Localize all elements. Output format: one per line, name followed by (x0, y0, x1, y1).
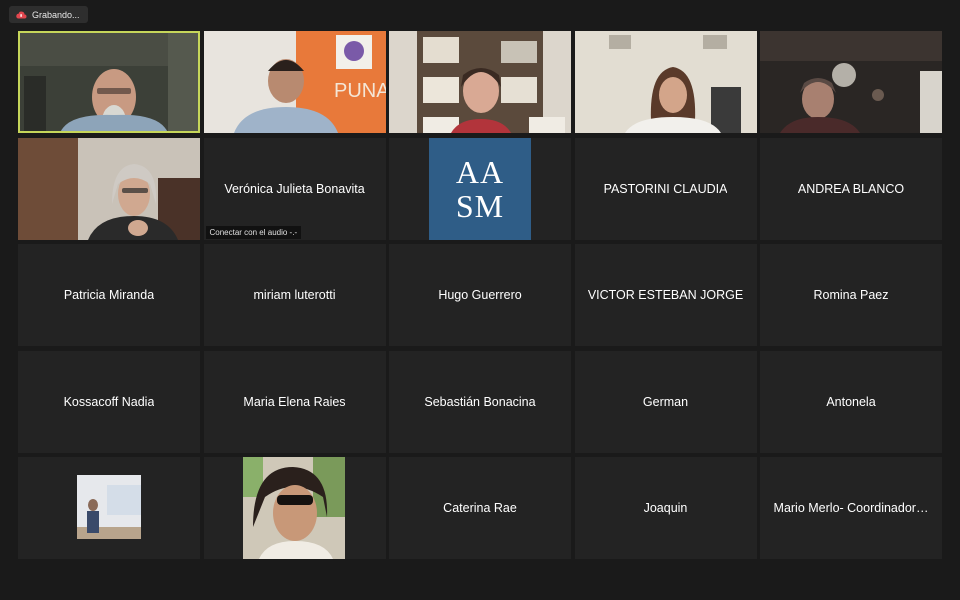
participant-video (389, 31, 571, 133)
participant-name: Mario Merlo- Coordinador… (773, 501, 929, 515)
participant-tile[interactable]: Maria Elena Raies (203, 350, 386, 453)
participant-tile[interactable] (574, 31, 757, 133)
participant-name: Maria Elena Raies (243, 394, 346, 409)
participant-tile[interactable]: PUNA (203, 31, 386, 133)
participant-name: ANDREA BLANCO (797, 181, 905, 196)
participant-tile[interactable]: Mario Merlo- Coordinador… (760, 457, 942, 559)
participant-tile[interactable] (18, 137, 200, 240)
participant-tile[interactable]: Verónica Julieta Bonavita Conectar con e… (203, 137, 386, 240)
participant-name: PASTORINI CLAUDIA (603, 181, 728, 196)
participant-tile-active-speaker[interactable] (18, 31, 200, 133)
participant-tile[interactable]: Romina Paez (760, 244, 942, 346)
participant-gallery: PUNA Verónica Julieta Bonavita Conectar … (18, 31, 942, 559)
participant-name: VICTOR ESTEBAN JORGE (587, 288, 744, 302)
participant-name: Kossacoff Nadia (63, 394, 155, 409)
participant-name: Joaquin (643, 501, 688, 515)
participant-tile[interactable]: Kossacoff Nadia (18, 350, 200, 453)
participant-name: Caterina Rae (443, 501, 517, 515)
participant-tile[interactable] (18, 457, 200, 559)
participant-tile[interactable] (760, 31, 942, 133)
participant-name: Verónica Julieta Bonavita (224, 181, 365, 196)
participant-tile[interactable] (203, 457, 386, 559)
connect-audio-status: Conectar con el audio -.- (205, 225, 302, 239)
participant-tile[interactable]: VICTOR ESTEBAN JORGE (574, 244, 757, 346)
participant-tile[interactable]: German (574, 350, 757, 453)
participant-tile[interactable]: Antonela (760, 350, 942, 453)
participant-video (760, 31, 942, 133)
participant-video: PUNA (203, 31, 386, 133)
participant-tile[interactable]: Hugo Guerrero (389, 244, 571, 346)
participant-name: German (642, 394, 689, 409)
participant-name: Hugo Guerrero (438, 288, 522, 302)
participant-tile[interactable]: ANDREA BLANCO (760, 137, 942, 240)
recording-indicator[interactable]: Grabando... (9, 6, 88, 23)
profile-photo (242, 457, 345, 559)
participant-video (18, 137, 200, 240)
logo-text-line: AA (455, 153, 505, 190)
participant-tile[interactable]: Caterina Rae (389, 457, 571, 559)
participant-tile[interactable]: Sebastián Bonacina (389, 350, 571, 453)
participant-tile[interactable]: PASTORINI CLAUDIA (574, 137, 757, 240)
participant-video (18, 31, 200, 133)
participant-name: Romina Paez (813, 288, 889, 302)
participant-tile[interactable]: miriam luterotti (203, 244, 386, 346)
participant-name: miriam luterotti (253, 288, 336, 302)
participant-video (574, 31, 757, 133)
participant-tile[interactable] (389, 31, 571, 133)
participant-tile[interactable]: Joaquin (574, 457, 757, 559)
organization-logo: AA SM (429, 137, 531, 240)
recording-label: Grabando... (32, 9, 80, 20)
profile-photo (77, 475, 141, 539)
svg-text:PUNA: PUNA (334, 80, 386, 102)
logo-text-line: SM (455, 187, 505, 224)
participant-tile[interactable]: AA SM (389, 137, 571, 240)
participant-name: Antonela (826, 394, 876, 409)
participant-name: Patricia Miranda (63, 288, 155, 302)
cloud-recording-icon (15, 10, 27, 20)
participant-name: Sebastián Bonacina (424, 394, 536, 409)
participant-tile[interactable]: Patricia Miranda (18, 244, 200, 346)
